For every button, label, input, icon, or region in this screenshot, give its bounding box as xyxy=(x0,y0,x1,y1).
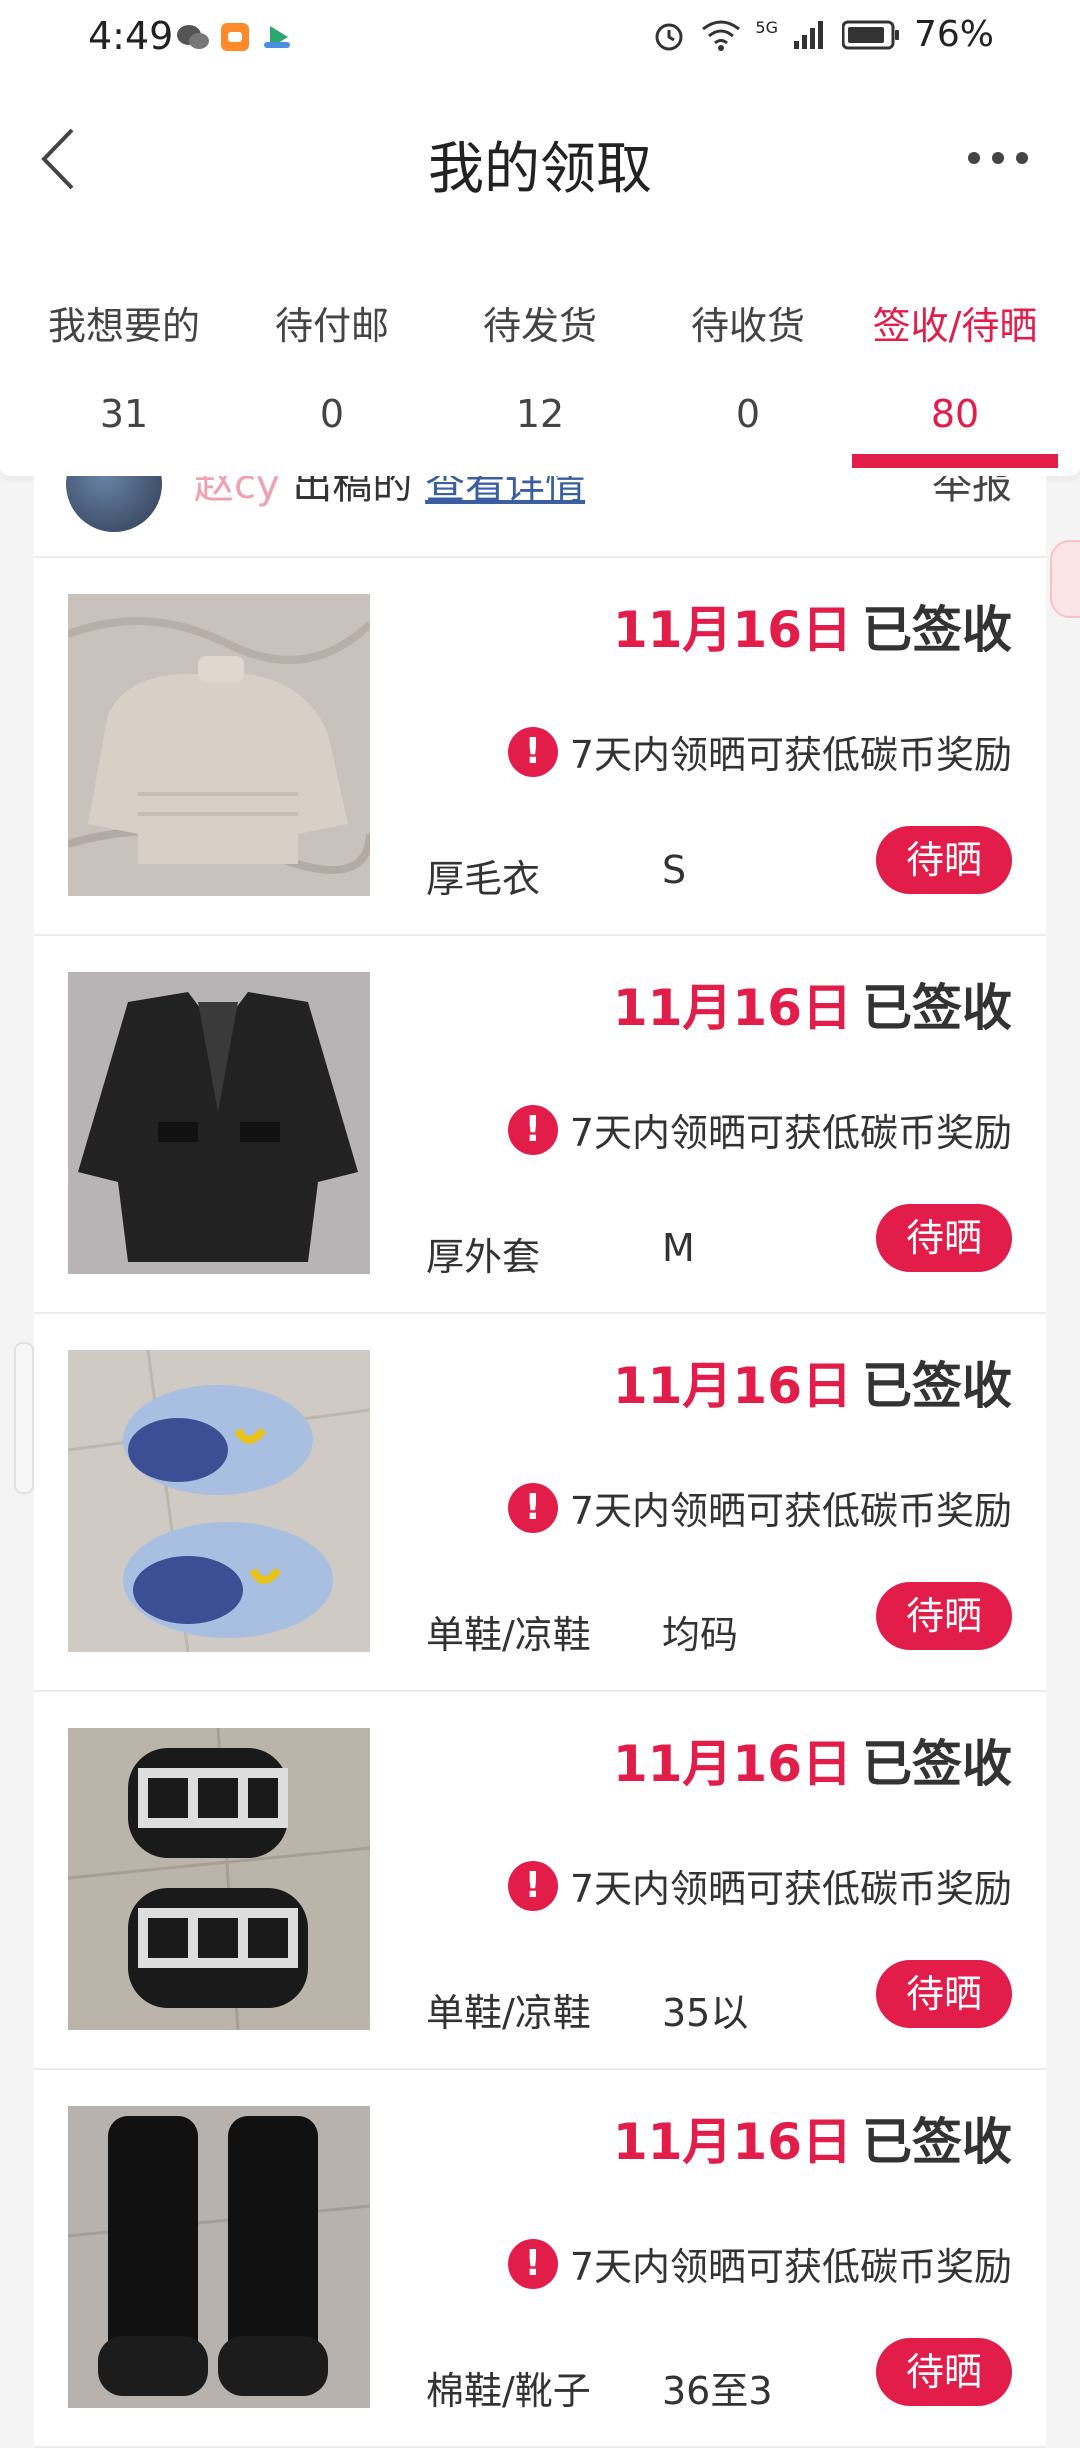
avatar xyxy=(66,476,162,532)
tab-count: 12 xyxy=(515,392,565,436)
more-options-icon[interactable] xyxy=(966,148,1030,168)
status-time: 4:49 xyxy=(88,14,174,58)
item-size: 35以 xyxy=(662,1991,749,2035)
notice-text: 7天内领晒可获低碳币奖励 xyxy=(569,2245,1012,2289)
tab-count: 0 xyxy=(319,392,345,436)
to-share-button[interactable]: 待晒 xyxy=(876,1960,1012,2028)
partial-item-text: 赵cy 出稿的 查看详情 xyxy=(194,476,585,510)
claim-item[interactable]: 11月16日 已签收 ! 7天内领晒可获低碳币奖励 厚外套 M 待晒 xyxy=(34,936,1046,1314)
item-size: M xyxy=(662,1226,695,1270)
to-share-button[interactable]: 待晒 xyxy=(876,826,1012,894)
item-category: 棉鞋/靴子 xyxy=(426,2369,591,2413)
item-category: 厚外套 xyxy=(426,1235,541,1279)
floating-side-button[interactable] xyxy=(1050,540,1080,618)
date-text: 11月16日 xyxy=(612,601,852,659)
claim-list: 赵cy 出稿的 查看详情 举报 11月16日 已签收 ! 7天内领晒可获低碳币奖励… xyxy=(34,476,1046,2448)
tab-signed-to-share[interactable]: 签收/待晒 80 xyxy=(855,300,1055,436)
status-icons: 5G 76% xyxy=(651,14,994,55)
sign-date: 11月16日 已签收 xyxy=(613,2102,1012,2174)
tab-label: 待付邮 xyxy=(274,304,389,348)
sign-date: 11月16日 已签收 xyxy=(613,1724,1012,1796)
date-text: 11月16日 xyxy=(612,1357,852,1415)
page-header: 我的领取 xyxy=(0,80,1080,240)
claim-item[interactable]: 11月16日 已签收 ! 7天内领晒可获低碳币奖励 厚毛衣 S 待晒 xyxy=(34,558,1046,936)
tab-label: 我想要的 xyxy=(47,304,200,348)
item-size: S xyxy=(662,848,687,892)
item-category: 单鞋/凉鞋 xyxy=(426,1613,591,1657)
reward-notice: ! 7天内领晒可获低碳币奖励 xyxy=(507,724,1012,779)
reward-notice: ! 7天内领晒可获低碳币奖励 xyxy=(507,1102,1012,1157)
claim-item[interactable]: 11月16日 已签收 ! 7天内领晒可获低碳币奖励 单鞋/凉鞋 35以 待晒 xyxy=(34,1692,1046,2070)
to-share-button[interactable]: 待晒 xyxy=(876,1582,1012,1650)
status-bar: 4:49 5G 76% xyxy=(0,0,1080,80)
tab-pending-shipment[interactable]: 待发货 12 xyxy=(440,300,640,436)
tab-label: 签收/待晒 xyxy=(872,304,1038,348)
user-name: 赵cy xyxy=(194,476,280,508)
date-text: 11月16日 xyxy=(612,2113,852,2171)
edge-scroll-handle[interactable] xyxy=(14,1342,34,1494)
alert-icon: ! xyxy=(507,1482,558,1533)
notice-text: 7天内领晒可获低碳币奖励 xyxy=(569,733,1012,777)
item-photo-sandals xyxy=(68,1728,370,2030)
item-photo-sweater xyxy=(68,594,370,896)
status-text: 已签收 xyxy=(862,1735,1012,1793)
to-share-button[interactable]: 待晒 xyxy=(876,1204,1012,1272)
reward-notice: ! 7天内领晒可获低碳币奖励 xyxy=(507,1858,1012,1913)
tab-wanted[interactable]: 我想要的 31 xyxy=(24,300,224,436)
item-photo-slippers xyxy=(68,1350,370,1652)
tab-label: 待发货 xyxy=(482,304,597,348)
signal-icon xyxy=(793,20,823,49)
battery-percentage: 76% xyxy=(913,14,994,55)
wifi-icon xyxy=(702,20,741,51)
item-photo-coat xyxy=(68,972,370,1274)
sign-date: 11月16日 已签收 xyxy=(613,968,1012,1040)
notice-text: 7天内领晒可获低碳币奖励 xyxy=(569,1489,1012,1533)
item-size: 均码 xyxy=(662,1613,739,1657)
item-text: 出稿的 xyxy=(292,476,413,508)
battery-icon xyxy=(841,20,899,49)
video-app-icon xyxy=(264,26,290,48)
notice-text: 7天内领晒可获低碳币奖励 xyxy=(569,1867,1012,1911)
tab-pending-receipt[interactable]: 待收货 0 xyxy=(648,300,848,436)
tab-pending-postage[interactable]: 待付邮 0 xyxy=(232,300,432,436)
report-button[interactable]: 举报 xyxy=(932,476,1012,510)
sign-date: 11月16日 已签收 xyxy=(613,590,1012,662)
item-category: 单鞋/凉鞋 xyxy=(426,1991,591,2035)
wechat-icon xyxy=(177,25,209,49)
notification-icons xyxy=(176,22,294,52)
view-details-link[interactable]: 查看详情 xyxy=(425,476,585,508)
status-text: 已签收 xyxy=(862,2113,1012,2171)
tab-count: 0 xyxy=(735,392,761,436)
date-text: 11月16日 xyxy=(612,1735,852,1793)
network-type: 5G xyxy=(755,18,778,37)
reward-notice: ! 7天内领晒可获低碳币奖励 xyxy=(507,2236,1012,2291)
claim-item[interactable]: 11月16日 已签收 ! 7天内领晒可获低碳币奖励 棉鞋/靴子 36至3 待晒 xyxy=(34,2070,1046,2448)
tab-count: 80 xyxy=(930,392,980,436)
alarm-icon xyxy=(655,23,683,50)
status-text: 已签收 xyxy=(862,979,1012,1037)
tab-count: 31 xyxy=(99,392,149,436)
reward-notice: ! 7天内领晒可获低碳币奖励 xyxy=(507,1480,1012,1535)
active-tab-indicator xyxy=(852,454,1058,468)
item-size: 36至3 xyxy=(662,2369,773,2413)
tab-label: 待收货 xyxy=(690,304,805,348)
page-title: 我的领取 xyxy=(428,137,652,202)
app-notification-icon xyxy=(221,23,249,51)
claim-item[interactable]: 11月16日 已签收 ! 7天内领晒可获低碳币奖励 单鞋/凉鞋 均码 待晒 xyxy=(34,1314,1046,1692)
notice-text: 7天内领晒可获低碳币奖励 xyxy=(569,1111,1012,1155)
alert-icon: ! xyxy=(507,2238,558,2289)
alert-icon: ! xyxy=(507,726,558,777)
item-photo-boots xyxy=(68,2106,370,2408)
to-share-button[interactable]: 待晒 xyxy=(876,2338,1012,2406)
alert-icon: ! xyxy=(507,1104,558,1155)
status-tabs: 我想要的 31 待付邮 0 待发货 12 待收货 0 签收/待晒 80 xyxy=(0,240,1080,618)
partial-list-item: 赵cy 出稿的 查看详情 举报 xyxy=(34,476,1046,558)
status-text: 已签收 xyxy=(862,601,1012,659)
status-text: 已签收 xyxy=(862,1357,1012,1415)
sign-date: 11月16日 已签收 xyxy=(613,1346,1012,1418)
date-text: 11月16日 xyxy=(612,979,852,1037)
item-category: 厚毛衣 xyxy=(426,857,541,901)
alert-icon: ! xyxy=(507,1860,558,1911)
